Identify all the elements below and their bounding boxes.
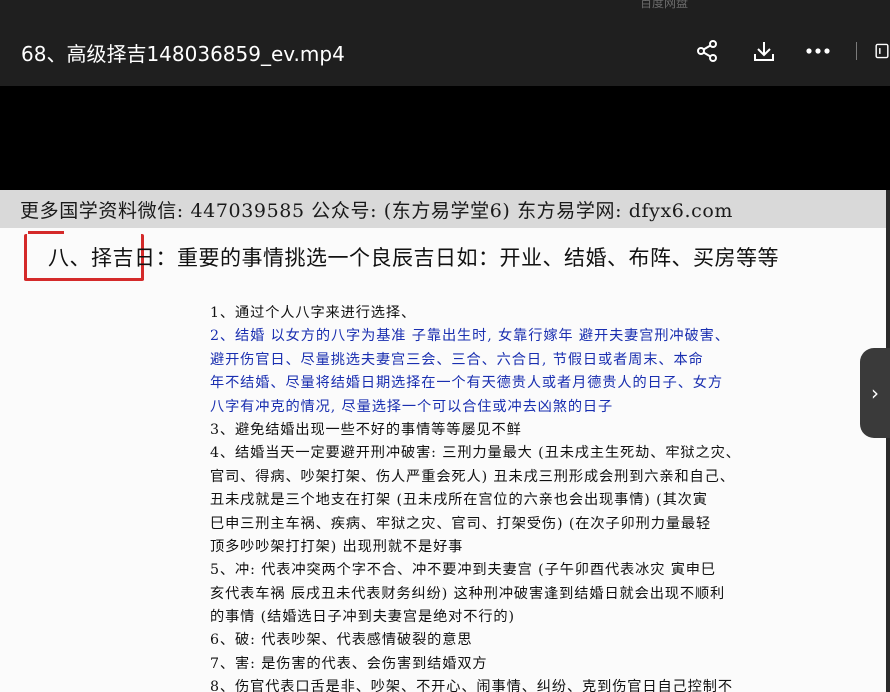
text-line: 8、伤官代表口舌是非、吵架、不开心、闹事情、纠纷、克到伤官日自己控制不: [210, 679, 733, 692]
text-line: 6、破: 代表吵架、代表感情破裂的意思: [210, 632, 473, 649]
document-frame: 更多国学资料微信: 447039585 公众号: (东方易学堂6) 东方易学网:…: [0, 190, 886, 692]
download-icon[interactable]: [749, 36, 779, 66]
text-line: 巳申三刑主车祸、疾病、牢狱之灾、官司、打架受伤) (在次子卯刑力量最轻: [210, 515, 712, 532]
body-text: 1、通过个人八字来进行选择、 2、结婚 以女方的八字为基准 子靠出生时, 女靠行嫁…: [210, 302, 840, 692]
text-line: 丑未戌就是三个地支在打架 (丑未戌所在宫位的六亲也会出现事情) (其次寅: [210, 492, 708, 509]
text-line: 2、结婚 以女方的八字为基准 子靠出生时, 女靠行嫁年 避开夫妻宫刑冲破害、: [210, 328, 730, 345]
text-line: 顶多吵吵架打打架) 出现刑就不是好事: [210, 538, 464, 555]
video-title: 68、高级择吉148036859_ev.mp4: [21, 42, 345, 66]
right-edge: [886, 190, 890, 692]
share-icon[interactable]: [692, 36, 722, 66]
text-line: 7、害: 是伤害的代表、会伤害到结婚双方: [210, 655, 488, 672]
text-line: 的事情 (结婚选日子冲到夫妻宫是绝对不行的): [210, 609, 515, 626]
text-line: 4、结婚当天一定要避开刑冲破害: 三刑力量最大 (丑未戌主生死劫、牢狱之灾、: [210, 445, 741, 462]
text-line: 5、冲: 代表冲突两个字不合、冲不要冲到夫妻宫 (子午卯酉代表冰灾 寅申巳: [210, 562, 716, 579]
text-line: 亥代表车祸 辰戌丑未代表财务纠纷) 这种刑冲破害逢到结婚日就会出现不顺利: [210, 585, 726, 602]
video-header: 百度网盘 68、高级择吉148036859_ev.mp4: [0, 0, 890, 86]
video-letterbox: [0, 86, 890, 190]
text-line: 官司、得病、吵架打架、伤人严重会死人) 丑未戌三刑形成会刑到六亲和自己、: [210, 468, 735, 485]
app-name-hint: 百度网盘: [640, 0, 689, 10]
section-heading: 八、择吉日：重要的事情挑选一个良辰吉日如：开业、结婚、布阵、买房等等: [48, 246, 779, 270]
text-line: 八字有冲克的情况, 尽量选择一个可以合住或冲去凶煞的日子: [210, 398, 614, 415]
text-line: 1、通过个人八字来进行选择、: [210, 305, 417, 321]
promo-banner: 更多国学资料微信: 447039585 公众号: (东方易学堂6) 东方易学网:…: [0, 190, 886, 228]
chevron-right-icon: ›: [871, 381, 879, 405]
text-line: 3、避免结婚出现一些不好的事情等等屡见不鲜: [210, 421, 522, 438]
text-line: 避开伤官日、尽量挑选夫妻宫三会、三合、六合日, 节假日或者周末、本命: [210, 351, 704, 368]
toolbar-divider: [856, 42, 857, 60]
text-line: 年不结婚、尽量将结婚日期选择在一个有天德贵人或者月德贵人的日子、女方: [210, 375, 723, 392]
window-icon[interactable]: [874, 36, 890, 66]
more-icon[interactable]: [803, 36, 833, 66]
next-page-button[interactable]: ›: [860, 348, 890, 438]
